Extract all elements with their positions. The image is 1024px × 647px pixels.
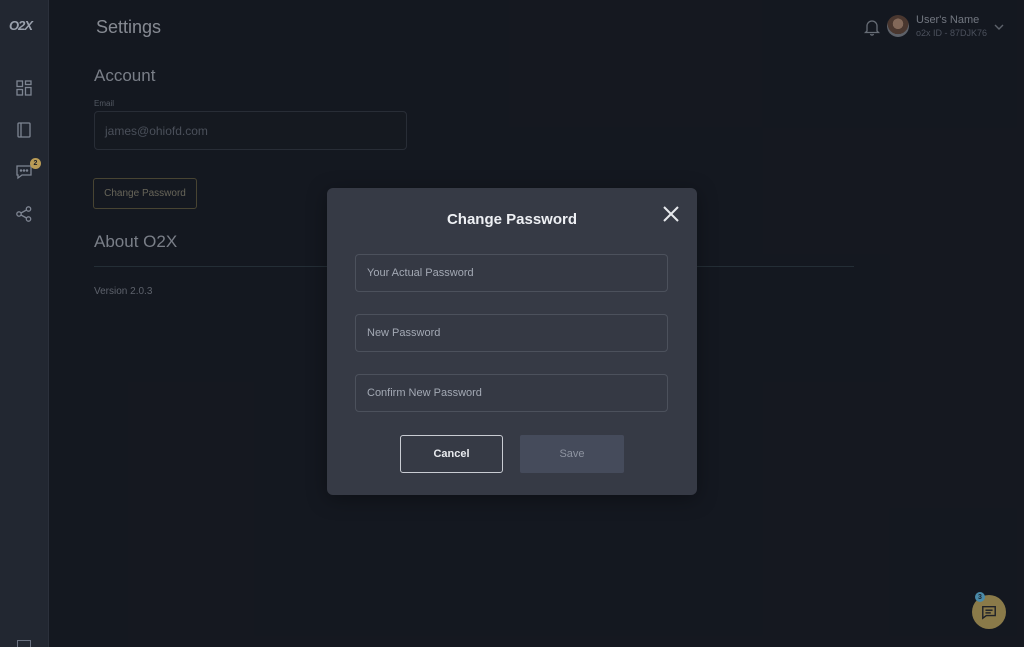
current-password-input[interactable] (355, 254, 668, 292)
notebook-icon[interactable] (14, 120, 34, 140)
change-password-modal: Change Password Cancel Save (327, 188, 697, 495)
chat-icon (982, 605, 996, 620)
dashboard-icon[interactable] (14, 78, 34, 98)
chat-badge: 3 (975, 592, 985, 602)
messages-badge: 2 (30, 158, 41, 169)
sidebar-bottom-icon[interactable] (17, 640, 31, 647)
close-icon[interactable] (661, 204, 681, 224)
confirm-password-input[interactable] (355, 374, 668, 412)
sidebar: O2X 2 (0, 0, 49, 647)
app-logo[interactable]: O2X (9, 18, 39, 38)
save-button[interactable]: Save (520, 435, 624, 473)
new-password-input[interactable] (355, 314, 668, 352)
cancel-button[interactable]: Cancel (400, 435, 503, 473)
share-icon[interactable] (14, 204, 34, 224)
modal-title: Change Password (446, 211, 578, 228)
